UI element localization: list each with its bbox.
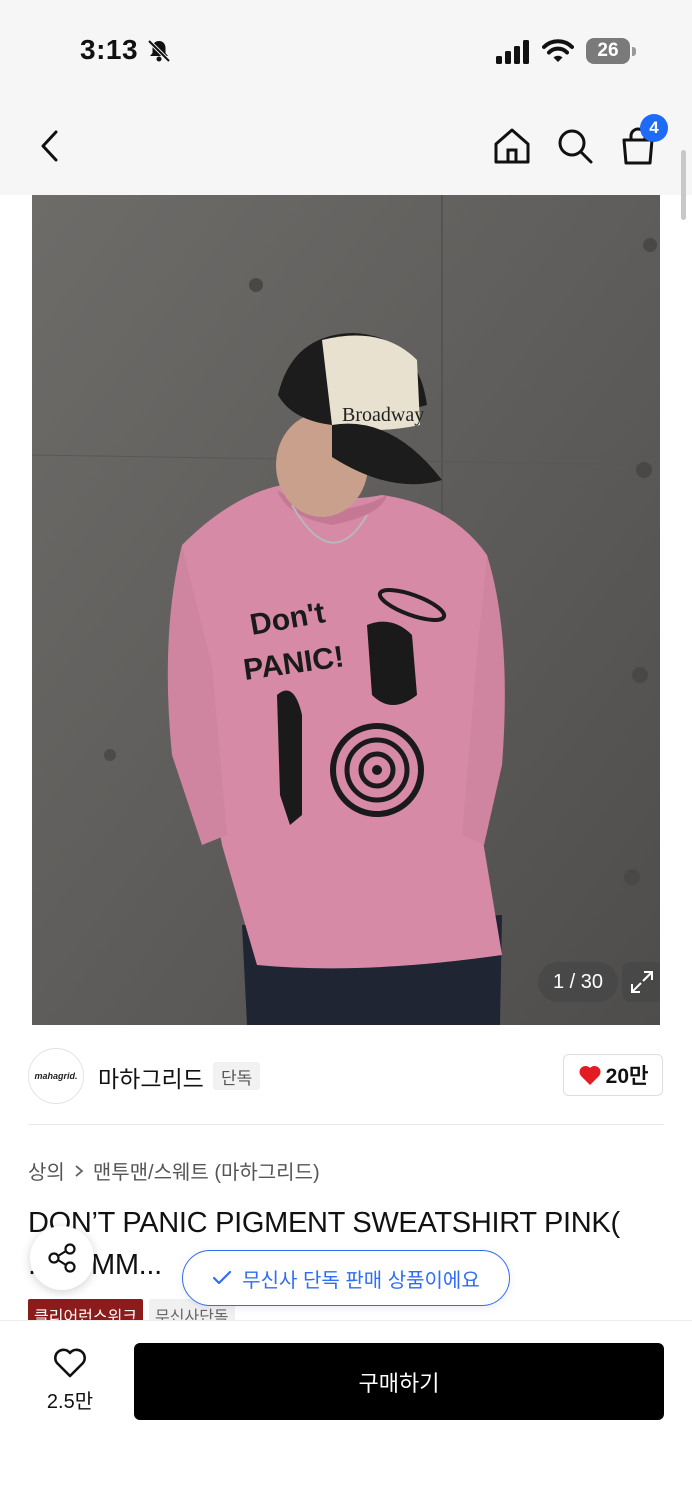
expand-icon [631, 971, 653, 993]
toast-text: 무신사 단독 판매 상품이에요 [242, 1269, 480, 1292]
scrollbar-thumb[interactable] [681, 150, 686, 220]
heart-filled-icon [579, 1065, 601, 1085]
battery-tip [632, 47, 636, 56]
signal-icon [496, 40, 529, 64]
brand-like-button[interactable]: 20만 [563, 1054, 663, 1096]
chevron-right-icon [75, 1164, 84, 1177]
home-icon [494, 128, 530, 164]
cart-button[interactable]: 4 [614, 114, 668, 170]
share-button[interactable] [30, 1226, 94, 1290]
image-counter: 1 / 30 [538, 962, 618, 1002]
top-nav: 4 [0, 100, 692, 195]
status-time: 3:13 [80, 34, 139, 65]
product-photo: Broadway Don't PANIC! [32, 195, 660, 1025]
status-bar: 3:13 26 [0, 0, 692, 100]
chevron-left-icon [41, 130, 58, 162]
cap-text: Broadway [342, 404, 424, 426]
brand-logo[interactable]: mahagrid. [28, 1048, 84, 1104]
product-image-gallery[interactable]: Broadway Don't PANIC! 1 / 30 [32, 195, 660, 1025]
wishlist-button[interactable]: 2.5만 [30, 1347, 110, 1417]
search-button[interactable] [551, 122, 599, 170]
divider [28, 1124, 664, 1125]
fullscreen-button[interactable] [622, 962, 660, 1002]
brand-row: mahagrid. 마하그리드 단독 20만 [0, 1040, 692, 1112]
cart-count-badge: 4 [640, 114, 668, 142]
brand-like-count: 20만 [605, 1065, 649, 1088]
breadcrumb-item[interactable]: 상의 [28, 1156, 65, 1185]
battery-indicator: 26 [586, 38, 636, 66]
back-button[interactable] [26, 122, 74, 170]
search-icon [558, 129, 593, 164]
buy-button[interactable]: 구매하기 [134, 1343, 664, 1420]
breadcrumb-item[interactable]: 맨투맨/스웨트 (마하그리드) [93, 1156, 320, 1185]
breadcrumb: 상의 맨투맨/스웨트 (마하그리드) [28, 1156, 320, 1185]
wifi-icon [542, 39, 574, 62]
wishlist-count: 2.5만 [46, 1391, 94, 1413]
share-icon [48, 1243, 76, 1273]
bottom-action-bar: 2.5만 구매하기 [0, 1320, 692, 1500]
home-button[interactable] [488, 122, 536, 170]
heart-outline-icon [54, 1348, 86, 1378]
exclusive-tag: 단독 [213, 1062, 261, 1090]
battery-level: 26 [586, 38, 630, 64]
check-icon [213, 1270, 232, 1285]
brand-name[interactable]: 마하그리드 [98, 1060, 204, 1094]
exclusive-toast: 무신사 단독 판매 상품이에요 [182, 1250, 510, 1306]
bell-muted-icon [147, 39, 171, 63]
